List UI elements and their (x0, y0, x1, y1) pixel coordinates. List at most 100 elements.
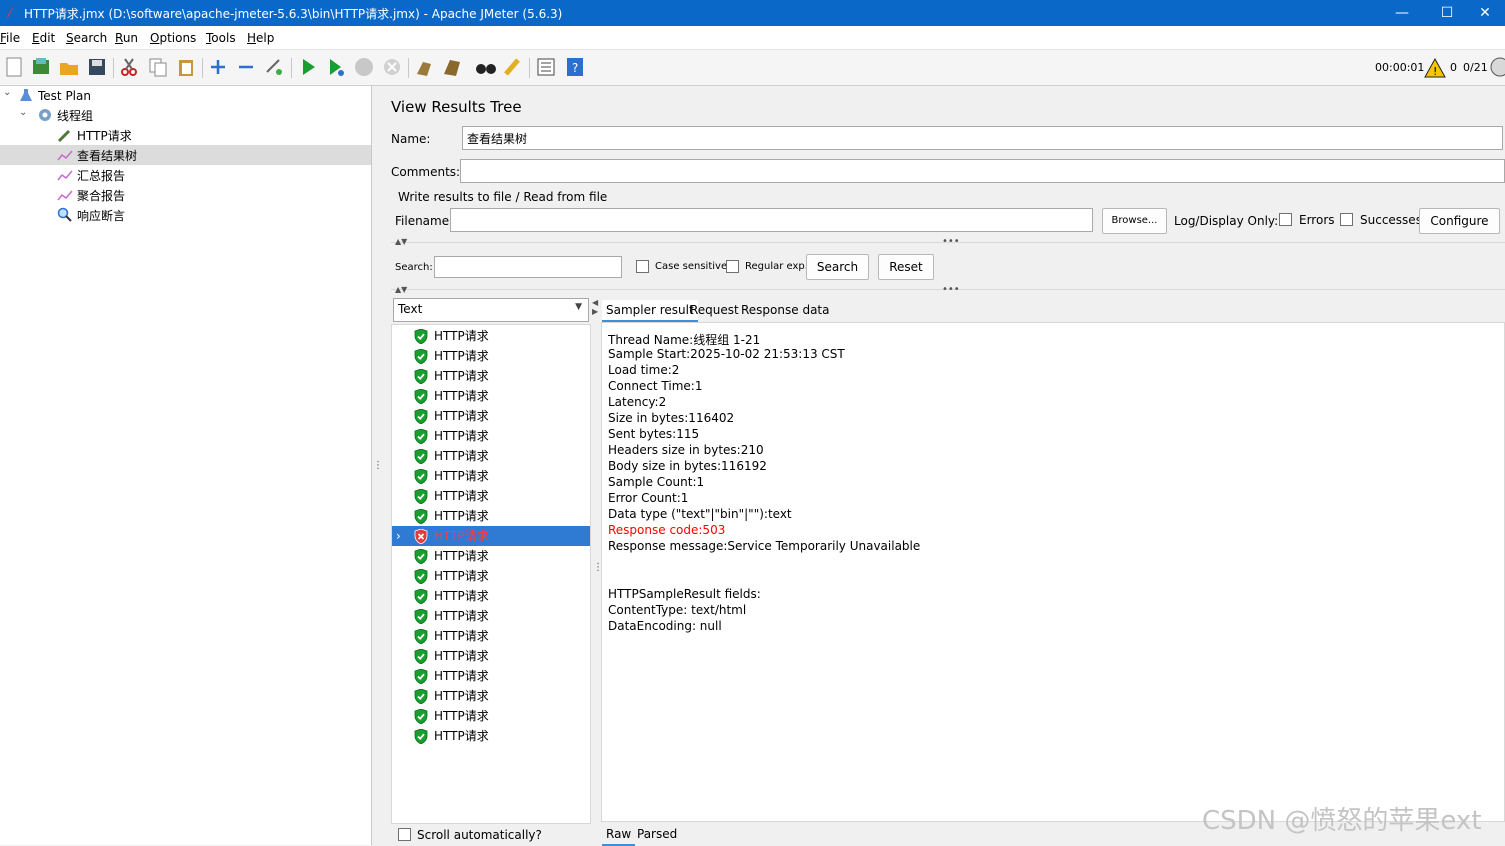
reset-button[interactable]: Reset (878, 254, 934, 280)
menu-options[interactable]: Options (150, 31, 196, 45)
menu-search[interactable]: Search (66, 31, 107, 45)
result-item-label: HTTP请求 (434, 629, 489, 643)
tab-request[interactable]: Request (686, 300, 743, 322)
warning-icon[interactable]: ! (1424, 58, 1446, 78)
tree-node-label: HTTP请求 (77, 129, 132, 143)
renderer-select[interactable]: Text ▼ (393, 298, 589, 322)
result-item[interactable]: HTTP请求 (392, 666, 590, 686)
successes-checkbox[interactable] (1340, 213, 1353, 226)
result-item[interactable]: HTTP请求 (392, 726, 590, 746)
errors-checkbox[interactable] (1279, 213, 1292, 226)
chart-icon (57, 170, 73, 181)
cut-icon[interactable] (118, 56, 140, 78)
reset-search-icon[interactable] (502, 56, 524, 78)
tree-node-thread-group[interactable]: 线程组 (37, 106, 93, 126)
start-no-pauses-icon[interactable] (325, 56, 347, 78)
tree-node-summary-report[interactable]: 汇总报告 (57, 166, 125, 186)
tab-response-data[interactable]: Response data (737, 300, 833, 322)
success-shield-icon (414, 649, 428, 664)
gear-icon (39, 109, 51, 121)
collapse-icon[interactable] (235, 56, 257, 78)
tree-node-label: 线程组 (57, 109, 94, 123)
minimize-button[interactable]: — (1379, 0, 1425, 26)
configure-button[interactable]: Configure (1419, 208, 1500, 234)
close-button[interactable]: ✕ (1465, 0, 1505, 26)
clear-icon[interactable] (413, 56, 435, 78)
copy-icon[interactable] (147, 56, 169, 78)
tree-node-http-request[interactable]: HTTP请求 (57, 126, 132, 146)
maximize-button[interactable]: ☐ (1424, 0, 1470, 26)
result-item[interactable]: HTTP请求 (392, 566, 590, 586)
result-item[interactable]: HTTP请求 (392, 586, 590, 606)
tree-node-aggregate-report[interactable]: 聚合报告 (57, 186, 125, 206)
result-item[interactable]: HTTP请求 (392, 466, 590, 486)
result-item[interactable]: HTTP请求 (392, 426, 590, 446)
open-folder-icon[interactable] (58, 56, 80, 78)
collapse-arrows-icon[interactable]: ▲▼ (395, 285, 407, 294)
result-item[interactable]: HTTP请求 (392, 386, 590, 406)
help-icon[interactable]: ? (564, 56, 586, 78)
menu-tools[interactable]: Tools (206, 31, 236, 45)
chevron-down-icon[interactable]: ⌄ (19, 107, 27, 118)
success-shield-icon (414, 409, 428, 424)
function-helper-icon[interactable] (535, 56, 557, 78)
comments-field[interactable] (460, 159, 1505, 183)
menu-file[interactable]: File (0, 31, 20, 45)
result-item[interactable]: HTTP请求 (392, 546, 590, 566)
drag-handle-icon[interactable]: ••• (942, 236, 960, 247)
regular-exp-checkbox[interactable] (726, 260, 739, 273)
result-item[interactable]: HTTP请求 (392, 686, 590, 706)
collapse-arrows-icon[interactable]: ▲▼ (395, 237, 407, 246)
chevron-right-icon[interactable]: › (396, 526, 401, 546)
name-field[interactable]: 查看结果树 (462, 126, 1503, 150)
start-icon[interactable] (297, 56, 319, 78)
result-item[interactable]: HTTP请求 (392, 366, 590, 386)
shutdown-icon[interactable] (381, 56, 403, 78)
result-item[interactable]: HTTP请求 (392, 706, 590, 726)
result-item[interactable]: HTTP请求 (392, 606, 590, 626)
status-gauge-icon (1490, 57, 1505, 77)
paste-icon[interactable] (175, 56, 197, 78)
tree-node-response-assertion[interactable]: 响应断言 (57, 206, 125, 226)
clear-all-icon[interactable] (441, 56, 463, 78)
collapse-arrows-icon[interactable]: ◀ ▶ (592, 298, 598, 316)
result-item[interactable]: HTTP请求 (392, 626, 590, 646)
result-item[interactable]: HTTP请求 (392, 486, 590, 506)
file-section-title: Write results to file / Read from file (398, 190, 608, 204)
tree-node-view-results-tree[interactable]: 查看结果树 (57, 146, 137, 166)
menu-edit[interactable]: Edit (32, 31, 55, 45)
expand-icon[interactable] (207, 56, 229, 78)
tab-sampler-result[interactable]: Sampler result (602, 300, 698, 322)
result-item[interactable]: › HTTP请求 (392, 526, 590, 546)
vertical-splitter[interactable]: ⋮ (372, 86, 383, 845)
tree-selection-highlight (0, 145, 371, 165)
result-item[interactable]: HTTP请求 (392, 346, 590, 366)
result-item-label: HTTP请求 (434, 529, 489, 543)
search-binoculars-icon[interactable] (475, 56, 497, 78)
tab-raw[interactable]: Raw (602, 824, 636, 846)
templates-icon[interactable] (30, 56, 52, 78)
case-sensitive-checkbox[interactable] (636, 260, 649, 273)
chevron-down-icon[interactable]: ⌄ (3, 87, 11, 98)
result-item[interactable]: HTTP请求 (392, 406, 590, 426)
tab-parsed[interactable]: Parsed (633, 824, 681, 846)
new-file-icon[interactable] (3, 56, 25, 78)
toggle-icon[interactable] (263, 56, 285, 78)
success-shield-icon (414, 689, 428, 704)
result-item[interactable]: HTTP请求 (392, 326, 590, 346)
stop-icon[interactable] (353, 56, 375, 78)
save-icon[interactable] (86, 56, 108, 78)
search-input[interactable] (434, 256, 622, 278)
result-item[interactable]: HTTP请求 (392, 646, 590, 666)
result-item[interactable]: HTTP请求 (392, 446, 590, 466)
scroll-automatically-checkbox[interactable] (398, 828, 411, 841)
filename-field[interactable] (450, 208, 1093, 232)
menu-run[interactable]: Run (115, 31, 138, 45)
result-item[interactable]: HTTP请求 (392, 506, 590, 526)
drag-handle-icon[interactable]: ••• (942, 284, 960, 295)
menu-help[interactable]: Help (247, 31, 274, 45)
search-button[interactable]: Search (806, 254, 869, 280)
tree-node-test-plan[interactable]: Test Plan (18, 86, 91, 106)
browse-button[interactable]: Browse... (1102, 208, 1167, 234)
tree-node-label: Test Plan (38, 89, 91, 103)
